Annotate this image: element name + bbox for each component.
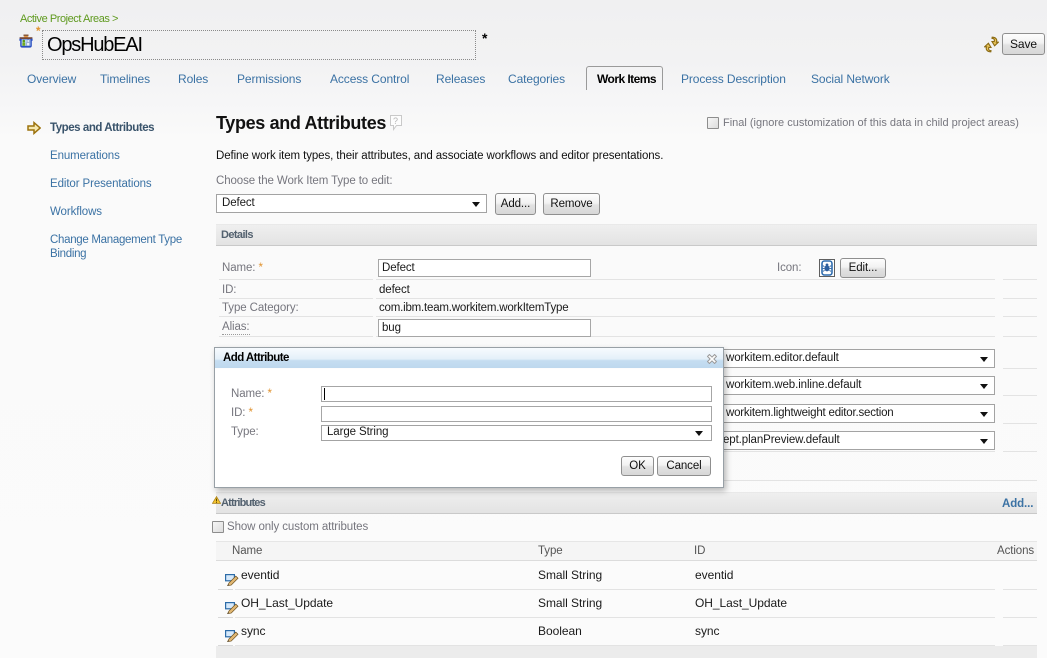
svg-text:?: ? <box>393 116 398 126</box>
